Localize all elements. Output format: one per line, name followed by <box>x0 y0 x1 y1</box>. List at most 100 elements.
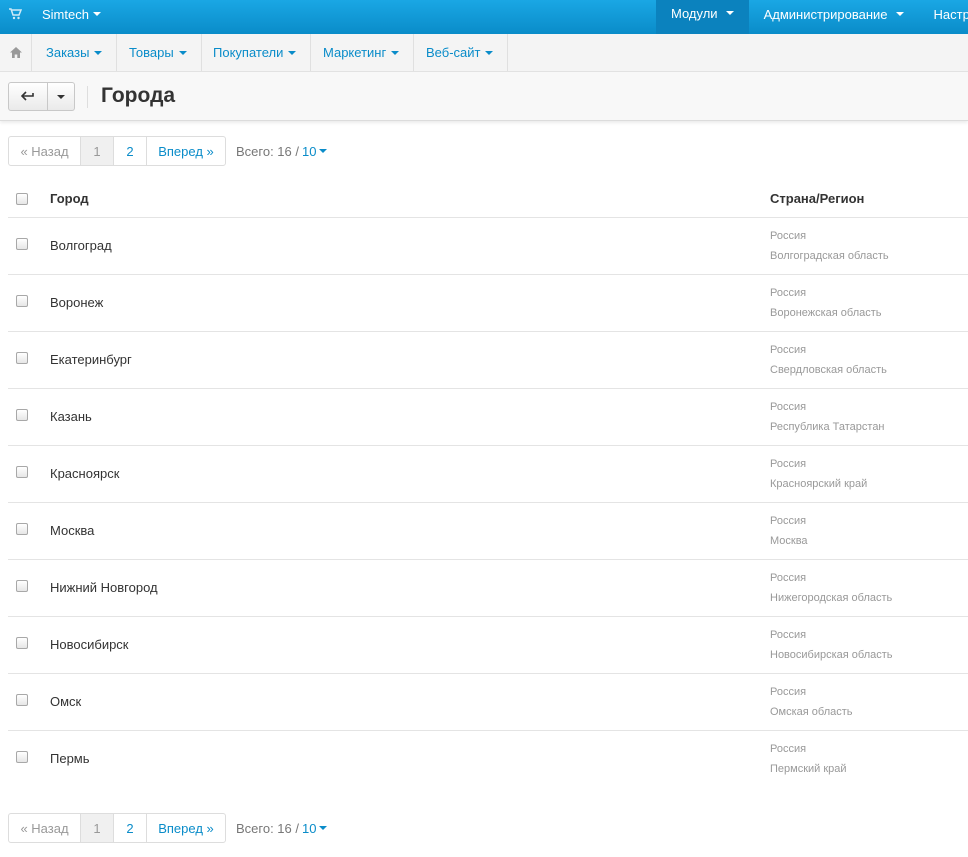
select-all-checkbox[interactable] <box>16 193 28 205</box>
pagination-bottom: « Назад 1 2 Вперед » Всего: 16 / 10 <box>8 813 328 843</box>
row-checkbox[interactable] <box>16 523 28 535</box>
brand-menu[interactable]: Simtech <box>8 0 101 28</box>
row-checkbox[interactable] <box>16 751 28 763</box>
title-bar: Города <box>0 72 968 121</box>
chevron-down-icon <box>288 50 297 55</box>
chevron-down-icon <box>895 12 904 16</box>
chevron-down-icon <box>391 50 400 55</box>
pagination-page-1[interactable]: 1 <box>80 136 114 166</box>
row-checkbox[interactable] <box>16 580 28 592</box>
city-name[interactable]: Красноярск <box>50 466 119 481</box>
row-checkbox[interactable] <box>16 238 28 250</box>
country-name: Россия <box>770 515 807 527</box>
table-row: Красноярск Россия Красноярский край <box>8 446 968 503</box>
back-dropdown-button[interactable] <box>48 82 75 111</box>
nav-label: Покупатели <box>213 45 284 60</box>
city-name[interactable]: Пермь <box>50 751 90 766</box>
shopping-cart-icon <box>8 7 23 21</box>
chevron-down-icon <box>94 50 103 55</box>
row-checkbox[interactable] <box>16 409 28 421</box>
nav-label: Маркетинг <box>323 45 387 60</box>
region-name: Воронежская область <box>770 307 882 319</box>
country-name: Россия <box>770 458 807 470</box>
back-arrow-icon <box>21 91 34 101</box>
nav-label: Заказы <box>46 45 90 60</box>
column-header-country[interactable]: Страна/Регион <box>770 191 864 206</box>
top-menu-label: Модули <box>671 6 718 21</box>
top-bar: Simtech Модули Администрирование Настрой… <box>0 0 968 34</box>
row-checkbox[interactable] <box>16 637 28 649</box>
pagination-top: « Назад 1 2 Вперед » Всего: 16 / 10 <box>8 136 328 166</box>
country-name: Россия <box>770 572 807 584</box>
row-checkbox[interactable] <box>16 694 28 706</box>
table-row: Нижний Новгород Россия Нижегородская обл… <box>8 560 968 617</box>
top-menu-modules[interactable]: Модули <box>656 0 749 34</box>
per-page-value: 10 <box>302 143 317 159</box>
top-menu-settings[interactable]: Настройки <box>919 0 968 28</box>
per-page-select[interactable]: 10 <box>302 143 328 159</box>
nav-marketing[interactable]: Маркетинг <box>309 34 415 71</box>
city-name[interactable]: Воронеж <box>50 295 103 310</box>
city-name[interactable]: Новосибирск <box>50 637 129 652</box>
pagination-page-1[interactable]: 1 <box>80 813 114 843</box>
pagination-next[interactable]: Вперед » <box>146 136 226 166</box>
per-page-value: 10 <box>302 820 317 836</box>
total-label: Всего: 16 / <box>236 820 299 836</box>
pagination-prev[interactable]: « Назад <box>8 813 81 843</box>
top-menu-label: Настройки <box>933 6 968 22</box>
nav-label: Товары <box>129 45 174 60</box>
table-row: Пермь Россия Пермский край <box>8 731 968 788</box>
cities-table: Город Страна/Регион Волгоград Россия Вол… <box>8 180 968 788</box>
region-name: Свердловская область <box>770 364 887 376</box>
pagination-page-2[interactable]: 2 <box>113 813 147 843</box>
city-name[interactable]: Нижний Новгород <box>50 580 158 595</box>
region-name: Республика Татарстан <box>770 421 885 433</box>
table-header: Город Страна/Регион <box>8 180 968 218</box>
table-row: Казань Россия Республика Татарстан <box>8 389 968 446</box>
nav-products[interactable]: Товары <box>115 34 202 71</box>
city-name[interactable]: Волгоград <box>50 238 112 253</box>
total-count: Всего: 16 / 10 <box>236 143 328 159</box>
nav-orders[interactable]: Заказы <box>32 34 118 71</box>
region-name: Красноярский край <box>770 478 868 490</box>
country-name: Россия <box>770 230 807 242</box>
nav-customers[interactable]: Покупатели <box>199 34 312 71</box>
country-name: Россия <box>770 686 807 698</box>
city-name[interactable]: Екатеринбург <box>50 352 132 367</box>
country-name: Россия <box>770 743 807 755</box>
region-name: Новосибирская область <box>770 649 893 661</box>
city-name[interactable]: Омск <box>50 694 81 709</box>
back-button-group <box>8 82 75 111</box>
table-row: Омск Россия Омская область <box>8 674 968 731</box>
total-label: Всего: 16 / <box>236 143 299 159</box>
region-name: Омская область <box>770 706 853 718</box>
back-button[interactable] <box>8 82 48 111</box>
table-row: Новосибирск Россия Новосибирская область <box>8 617 968 674</box>
pagination-prev[interactable]: « Назад <box>8 136 81 166</box>
page-title: Города <box>101 84 176 107</box>
pagination-next[interactable]: Вперед » <box>146 813 226 843</box>
row-checkbox[interactable] <box>16 352 28 364</box>
chevron-down-icon <box>92 12 101 16</box>
nav-label: Веб-сайт <box>426 45 481 60</box>
country-name: Россия <box>770 401 807 413</box>
brand-name: Simtech <box>42 6 89 22</box>
country-name: Россия <box>770 629 807 641</box>
table-row: Екатеринбург Россия Свердловская область <box>8 332 968 389</box>
table-row: Воронеж Россия Воронежская область <box>8 275 968 332</box>
row-checkbox[interactable] <box>16 295 28 307</box>
nav-website[interactable]: Веб-сайт <box>412 34 509 71</box>
chevron-down-icon <box>725 11 734 15</box>
city-name[interactable]: Казань <box>50 409 92 424</box>
pagination-page-2[interactable]: 2 <box>113 136 147 166</box>
city-name[interactable]: Москва <box>50 523 94 538</box>
column-header-city[interactable]: Город <box>50 191 89 206</box>
home-button[interactable] <box>0 34 32 71</box>
main-nav: Заказы Товары Покупатели Маркетинг Веб-с… <box>0 34 968 72</box>
table-row: Москва Россия Москва <box>8 503 968 560</box>
region-name: Нижегородская область <box>770 592 893 604</box>
per-page-select[interactable]: 10 <box>302 820 328 836</box>
country-name: Россия <box>770 344 807 356</box>
row-checkbox[interactable] <box>16 466 28 478</box>
top-menu-administration[interactable]: Администрирование <box>749 0 919 28</box>
